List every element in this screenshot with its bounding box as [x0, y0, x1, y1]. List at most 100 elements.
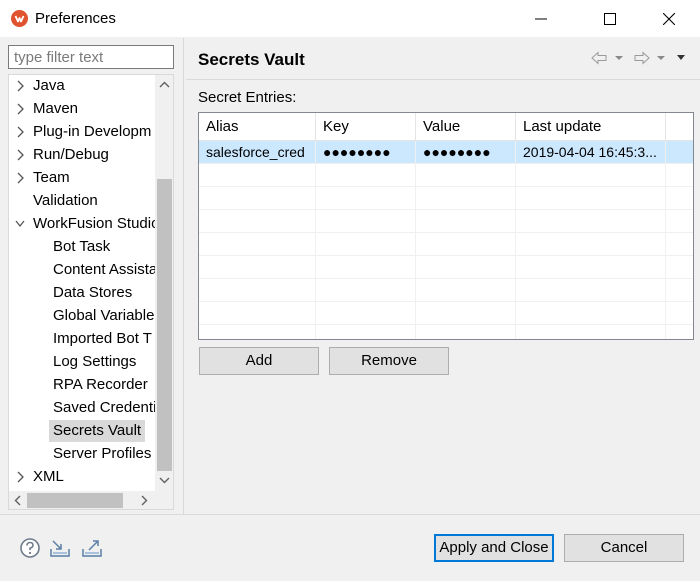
- tree-item[interactable]: Server Profiles: [9, 443, 155, 465]
- scrollbar-corner: [155, 491, 173, 509]
- tree-item-label: Server Profiles: [53, 445, 152, 462]
- tree-item[interactable]: Team: [9, 167, 155, 189]
- chevron-right-icon[interactable]: [15, 80, 25, 92]
- scroll-right-icon[interactable]: [139, 495, 149, 506]
- empty-cell: [516, 279, 666, 302]
- back-arrow-icon[interactable]: [591, 50, 607, 66]
- export-icon[interactable]: [81, 537, 103, 559]
- tree-item-label: Team: [33, 169, 70, 186]
- empty-cell: [316, 256, 416, 279]
- filter-input[interactable]: [8, 45, 174, 69]
- add-button[interactable]: Add: [199, 347, 319, 375]
- secrets-table[interactable]: Alias Key Value Last update salesforce_c…: [198, 112, 694, 340]
- tree-item[interactable]: Data Stores: [9, 282, 155, 304]
- apply-and-close-button[interactable]: Apply and Close: [434, 534, 554, 562]
- empty-table-row: [199, 302, 693, 325]
- empty-cell: [516, 187, 666, 210]
- page-title: Secrets Vault: [198, 50, 305, 69]
- tree-item-label: Saved Credenti: [53, 399, 157, 416]
- tree-item-label: RPA Recorder: [53, 376, 148, 393]
- tree-item[interactable]: Imported Bot T: [9, 328, 155, 350]
- scroll-up-icon[interactable]: [159, 80, 170, 90]
- tree-item[interactable]: RPA Recorder: [9, 374, 155, 396]
- title-bar: Preferences: [0, 0, 700, 38]
- horizontal-scrollbar[interactable]: [9, 491, 155, 509]
- chevron-right-icon[interactable]: [15, 126, 25, 138]
- scroll-left-icon[interactable]: [13, 495, 23, 506]
- maximize-icon: [604, 13, 616, 25]
- import-icon[interactable]: [49, 537, 71, 559]
- last-update-cell: 2019-04-04 16:45:3...: [516, 141, 666, 164]
- horizontal-scroll-thumb[interactable]: [27, 493, 123, 508]
- tree-item[interactable]: Content Assista: [9, 259, 157, 281]
- empty-cell: [416, 210, 516, 233]
- tree-item[interactable]: Saved Credenti: [9, 397, 156, 419]
- chevron-right-icon[interactable]: [15, 103, 25, 115]
- tree-item[interactable]: Java: [9, 75, 155, 97]
- tree-item[interactable]: Secrets Vault: [9, 420, 155, 442]
- tree-item[interactable]: Plug-in Developm: [9, 121, 155, 143]
- preferences-tree[interactable]: Java Maven Plug-in Developm Run/Debug Team Va…: [8, 74, 174, 510]
- view-menu-icon[interactable]: [676, 50, 686, 66]
- empty-cell: [666, 187, 693, 210]
- tree-item-label: Bot Task: [53, 238, 111, 255]
- tree-item[interactable]: Log Settings: [9, 351, 155, 373]
- empty-cell: [516, 210, 666, 233]
- tree-item[interactable]: WorkFusion Studio: [9, 213, 159, 235]
- vertical-scrollbar[interactable]: [155, 75, 173, 491]
- dropdown-icon[interactable]: [656, 50, 666, 66]
- column-header-filler: [666, 113, 693, 141]
- tree-item[interactable]: XML: [9, 466, 155, 488]
- value-cell: ●●●●●●●●: [416, 141, 516, 164]
- column-header-alias[interactable]: Alias: [199, 113, 316, 141]
- tree-item[interactable]: Maven: [9, 98, 155, 120]
- table-row[interactable]: salesforce_cred ●●●●●●●● ●●●●●●●● 2019-0…: [199, 141, 693, 164]
- empty-cell: [666, 325, 693, 339]
- pane-splitter[interactable]: [183, 38, 184, 514]
- tree-item-label: XML: [33, 468, 64, 485]
- chevron-down-icon[interactable]: [15, 218, 25, 230]
- tree-item-label: WorkFusion Studio: [33, 215, 160, 232]
- column-header-key[interactable]: Key: [316, 113, 416, 141]
- empty-cell: [666, 279, 693, 302]
- empty-cell: [199, 187, 316, 210]
- empty-cell: [516, 233, 666, 256]
- minimize-button[interactable]: [518, 0, 564, 38]
- empty-cell: [199, 302, 316, 325]
- empty-cell: [199, 279, 316, 302]
- chevron-right-icon[interactable]: [15, 471, 25, 483]
- tree-item[interactable]: Bot Task: [9, 236, 155, 258]
- tree-item-label: Plug-in Developm: [33, 123, 152, 140]
- empty-table-row: [199, 256, 693, 279]
- dropdown-icon[interactable]: [614, 50, 624, 66]
- chevron-right-icon[interactable]: [15, 149, 25, 161]
- empty-cell: [199, 325, 316, 339]
- scroll-down-icon[interactable]: [159, 475, 170, 485]
- tree-item[interactable]: Run/Debug: [9, 144, 155, 166]
- help-icon[interactable]: [19, 537, 41, 559]
- forward-arrow-icon[interactable]: [634, 50, 650, 66]
- empty-cell: [416, 325, 516, 339]
- chevron-right-icon[interactable]: [15, 172, 25, 184]
- column-header-last-update[interactable]: Last update: [516, 113, 666, 141]
- vertical-scroll-thumb[interactable]: [157, 179, 172, 471]
- tree-item-label: Imported Bot T: [53, 330, 152, 347]
- tree-item-label: Content Assista: [53, 261, 158, 278]
- minimize-icon: [535, 18, 547, 20]
- cancel-button[interactable]: Cancel: [564, 534, 684, 562]
- empty-cell: [316, 279, 416, 302]
- empty-cell: [316, 210, 416, 233]
- workfusion-logo-icon: [11, 10, 28, 27]
- empty-cell: [416, 164, 516, 187]
- column-header-value[interactable]: Value: [416, 113, 516, 141]
- maximize-button[interactable]: [587, 0, 633, 38]
- empty-cell: [666, 302, 693, 325]
- close-button[interactable]: [646, 0, 692, 38]
- tree-item[interactable]: Global Variable: [9, 305, 155, 327]
- remove-button[interactable]: Remove: [329, 347, 449, 375]
- tree-item[interactable]: Validation: [9, 190, 155, 212]
- empty-table-row: [199, 325, 693, 339]
- empty-cell: [316, 233, 416, 256]
- empty-cell: [516, 256, 666, 279]
- empty-cell: [666, 233, 693, 256]
